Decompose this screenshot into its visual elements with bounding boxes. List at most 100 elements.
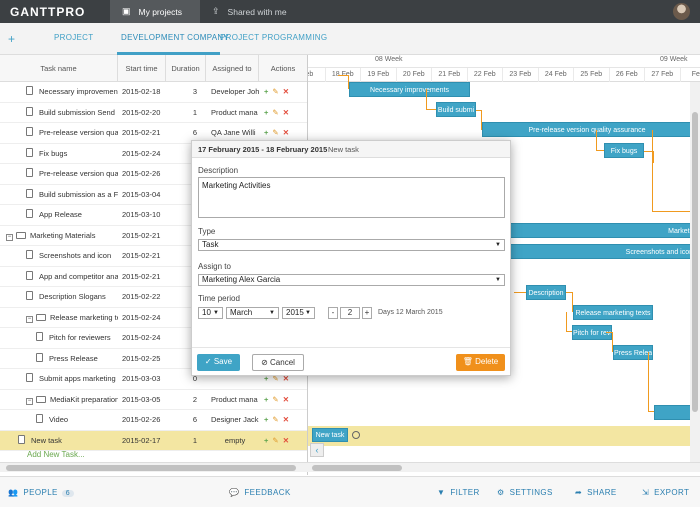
task-name-cell[interactable]: App Release xyxy=(26,205,118,225)
start-time-cell[interactable]: 2015-02-20 xyxy=(122,103,182,123)
header-task-name[interactable]: Task name xyxy=(0,55,118,82)
task-name-cell[interactable]: Pre-release version qua xyxy=(26,164,118,184)
export-button[interactable]: ⇲ EXPORT xyxy=(642,488,689,497)
start-time-cell[interactable]: 2015-02-26 xyxy=(122,164,182,184)
duration-cell[interactable]: 6 xyxy=(184,410,206,430)
start-time-cell[interactable]: 2015-02-26 xyxy=(122,410,182,430)
task-name-cell[interactable]: Press Release xyxy=(36,349,118,369)
save-button[interactable]: ✓ Save xyxy=(197,354,240,371)
gantt-bar-release-marketing[interactable]: Release marketing texts xyxy=(573,305,653,320)
task-name-cell[interactable]: Pre-release version qua xyxy=(26,123,118,143)
filter-button[interactable]: ▼ FILTER xyxy=(437,488,480,497)
task-name-cell[interactable]: Pitch for reviewers xyxy=(36,328,118,348)
duration-input[interactable]: 2 xyxy=(340,307,360,319)
assigned-to-cell[interactable]: empty xyxy=(211,431,259,451)
assigned-to-cell[interactable]: Product mana xyxy=(211,103,259,123)
assign-select[interactable]: Marketing Alex Garcia ▼ xyxy=(198,274,505,286)
start-time-cell[interactable]: 2015-02-21 xyxy=(122,123,182,143)
day-select[interactable]: 10 ▼ xyxy=(198,307,223,319)
task-name-cell[interactable]: Submit apps marketing xyxy=(26,369,118,389)
collapse-toggle-icon[interactable]: − xyxy=(26,315,33,323)
start-time-cell[interactable]: 2015-02-17 xyxy=(122,431,182,451)
people-button[interactable]: 👥 PEOPLE 6 xyxy=(8,488,75,497)
assigned-to-cell[interactable]: Developer Joh xyxy=(211,82,259,102)
task-name-cell[interactable]: − MediaKit preparation xyxy=(26,390,118,410)
add-subtask-icon[interactable]: + xyxy=(264,395,268,404)
edit-icon[interactable]: ✎ xyxy=(272,108,278,117)
edit-icon[interactable]: ✎ xyxy=(272,415,278,424)
header-assigned-to[interactable]: Assigned to xyxy=(206,55,259,82)
grid-scroll-thumb[interactable] xyxy=(6,465,296,471)
feedback-button[interactable]: 💬 FEEDBACK xyxy=(229,488,291,497)
start-time-cell[interactable]: 2015-02-25 xyxy=(122,349,182,369)
duration-cell[interactable]: 3 xyxy=(184,82,206,102)
share-button[interactable]: ➦ SHARE xyxy=(575,488,617,497)
add-subtask-icon[interactable]: + xyxy=(264,87,268,96)
type-select[interactable]: Task ▼ xyxy=(198,239,505,251)
table-row[interactable]: − MediaKit preparation 2015-03-05 2 Product … xyxy=(0,390,307,410)
header-duration[interactable]: Duration xyxy=(166,55,206,82)
edit-icon[interactable]: ✎ xyxy=(272,128,278,137)
delete-icon[interactable]: ✕ xyxy=(283,108,289,117)
nav-shared-with-me[interactable]: ⇪ Shared with me xyxy=(200,0,330,23)
start-time-cell[interactable]: 2015-02-21 xyxy=(122,226,182,246)
duration-cell[interactable]: 1 xyxy=(184,103,206,123)
description-textarea[interactable]: Marketing Activities xyxy=(198,177,505,218)
task-name-cell[interactable]: New task xyxy=(18,431,118,451)
task-name-cell[interactable]: Description Slogans xyxy=(26,287,118,307)
gantt-bar-fix-bugs[interactable]: Fix bugs xyxy=(604,143,644,158)
start-time-cell[interactable]: 2015-02-22 xyxy=(122,287,182,307)
cancel-button[interactable]: ⊘ Cancel xyxy=(252,354,304,371)
assigned-to-cell[interactable]: Product mana xyxy=(211,390,259,410)
settings-button[interactable]: ⚙ SETTINGS xyxy=(497,488,553,497)
table-row[interactable]: Build submission Send 2015-02-20 1 Product … xyxy=(0,103,307,123)
task-name-cell[interactable]: Build submission as a F xyxy=(26,185,118,205)
gantt-bar-new-task[interactable]: New task xyxy=(312,428,348,442)
collapse-toggle-icon[interactable]: − xyxy=(26,397,33,405)
gantt-bar-press-release[interactable]: Press Relea xyxy=(613,345,653,360)
gantt-bar-description[interactable]: Description xyxy=(526,285,566,300)
gantt-bar-marketing-materials[interactable]: Marketin xyxy=(508,223,698,238)
duration-increment-button[interactable]: + xyxy=(362,307,372,319)
task-name-cell[interactable]: − Marketing Materials xyxy=(6,226,118,246)
app-logo[interactable]: GANTTPRO xyxy=(10,5,85,19)
header-start-time[interactable]: Start time xyxy=(118,55,166,82)
tab-project[interactable]: PROJECT xyxy=(54,33,93,42)
gantt-scroll-thumb[interactable] xyxy=(312,465,402,471)
task-name-cell[interactable]: Video xyxy=(36,410,118,430)
gantt-vertical-scrollbar[interactable] xyxy=(690,82,700,462)
collapse-toggle-icon[interactable]: − xyxy=(6,233,13,241)
start-time-cell[interactable]: 2015-02-18 xyxy=(122,82,182,102)
task-name-cell[interactable]: Screenshots and icon xyxy=(26,246,118,266)
delete-icon[interactable]: ✕ xyxy=(283,128,289,137)
delete-button[interactable]: 🗑 Delete xyxy=(456,354,505,371)
start-time-cell[interactable]: 2015-03-03 xyxy=(122,369,182,389)
delete-icon[interactable]: ✕ xyxy=(283,415,289,424)
task-name-cell[interactable]: Build submission Send xyxy=(26,103,118,123)
add-new-task-link[interactable]: Add New Task... xyxy=(27,450,85,459)
start-time-cell[interactable]: 2015-02-24 xyxy=(122,308,182,328)
start-time-cell[interactable]: 2015-02-24 xyxy=(122,144,182,164)
gantt-bar-build-submission[interactable]: Build submi xyxy=(436,102,476,117)
add-subtask-icon[interactable]: + xyxy=(264,415,268,424)
start-time-cell[interactable]: 2015-03-05 xyxy=(122,390,182,410)
start-time-cell[interactable]: 2015-03-10 xyxy=(122,205,182,225)
add-subtask-icon[interactable]: + xyxy=(264,436,268,445)
start-time-cell[interactable]: 2015-02-24 xyxy=(122,328,182,348)
vertical-scroll-thumb[interactable] xyxy=(692,112,698,412)
delete-icon[interactable]: ✕ xyxy=(283,436,289,445)
collapse-grid-button[interactable]: ‹ xyxy=(310,443,324,457)
table-row[interactable]: New task 2015-02-17 1 empty + ✎ ✕ xyxy=(0,430,307,451)
duration-cell[interactable]: 1 xyxy=(184,431,206,451)
table-row[interactable]: Video 2015-02-26 6 Designer Jack + ✎ ✕ xyxy=(0,410,307,431)
delete-icon[interactable]: ✕ xyxy=(283,87,289,96)
nav-my-projects[interactable]: ▣ My projects xyxy=(110,0,200,23)
task-name-cell[interactable]: App and competitor ana xyxy=(26,267,118,287)
tab-project-programming[interactable]: PROJECT PROGRAMMING xyxy=(220,33,327,42)
year-select[interactable]: 2015 ▼ xyxy=(282,307,315,319)
task-name-cell[interactable]: Fix bugs xyxy=(26,144,118,164)
start-time-cell[interactable]: 2015-02-21 xyxy=(122,246,182,266)
month-select[interactable]: March ▼ xyxy=(226,307,279,319)
gantt-bar-necessary-improvements[interactable]: Necessary improvements xyxy=(349,82,470,97)
edit-icon[interactable]: ✎ xyxy=(272,87,278,96)
